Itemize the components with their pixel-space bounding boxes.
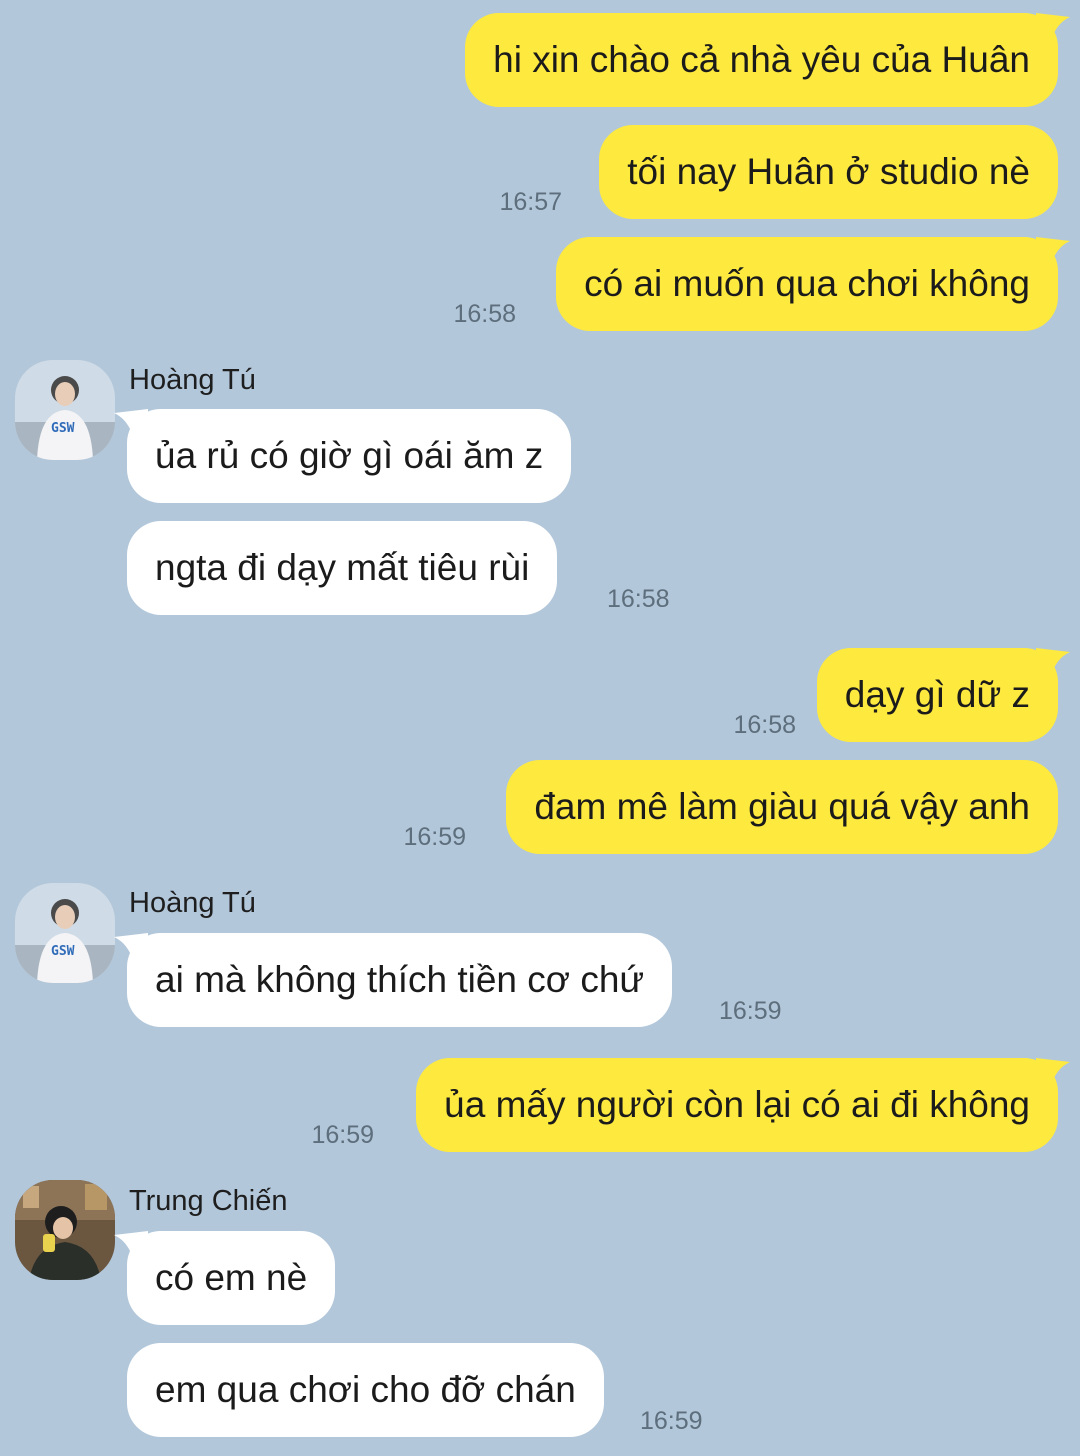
- message-bubble-incoming[interactable]: ngta đi dạy mất tiêu rùi: [127, 521, 558, 615]
- message-timestamp: 16:58: [453, 300, 516, 328]
- bubble-tail: [1036, 1058, 1070, 1088]
- svg-text:GSW: GSW: [51, 421, 75, 436]
- message-timestamp: 16:58: [607, 585, 670, 613]
- message-timestamp: 16:59: [403, 823, 466, 851]
- bubble-tail: [1036, 237, 1070, 267]
- avatar[interactable]: GSW: [15, 883, 115, 983]
- message-bubble-incoming[interactable]: em qua chơi cho đỡ chán: [127, 1343, 604, 1437]
- message-bubble-outgoing[interactable]: ủa mấy người còn lại có ai đi không: [416, 1058, 1058, 1152]
- message-bubble-incoming[interactable]: có em nè: [127, 1231, 336, 1325]
- avatar-hoang-tu: GSW: [15, 883, 115, 983]
- message-bubble-outgoing[interactable]: đam mê làm giàu quá vậy anh: [506, 760, 1058, 854]
- message-bubble-outgoing[interactable]: tối nay Huân ở studio nè: [599, 125, 1058, 219]
- sender-name: Trung Chiến: [129, 1185, 288, 1217]
- message-timestamp: 16:59: [311, 1121, 374, 1149]
- bubble-tail: [1036, 13, 1070, 43]
- avatar[interactable]: GSW: [15, 360, 115, 460]
- sender-name: Hoàng Tú: [129, 364, 256, 396]
- avatar-hoang-tu: GSW: [15, 360, 115, 460]
- message-bubble-outgoing[interactable]: hi xin chào cả nhà yêu của Huân: [465, 13, 1058, 107]
- svg-text:GSW: GSW: [51, 944, 75, 959]
- message-bubble-outgoing[interactable]: dạy gì dữ z: [816, 648, 1058, 742]
- message-timestamp: 16:57: [499, 188, 562, 216]
- bubble-tail: [1036, 648, 1070, 678]
- chat-view[interactable]: hi xin chào cả nhà yêu của Huân 16:57 tố…: [0, 0, 1080, 1456]
- message-bubble-incoming[interactable]: ủa rủ có giờ gì oái ăm z: [127, 409, 572, 503]
- message-timestamp: 16:59: [640, 1407, 703, 1435]
- sender-name: Hoàng Tú: [129, 887, 256, 919]
- message-timestamp: 16:59: [719, 997, 782, 1025]
- message-timestamp: 16:58: [733, 711, 796, 739]
- message-bubble-outgoing[interactable]: có ai muốn qua chơi không: [556, 237, 1058, 331]
- message-bubble-incoming[interactable]: ai mà không thích tiền cơ chứ: [127, 933, 673, 1027]
- avatar-trung-chien: [15, 1180, 115, 1280]
- avatar[interactable]: [15, 1180, 115, 1280]
